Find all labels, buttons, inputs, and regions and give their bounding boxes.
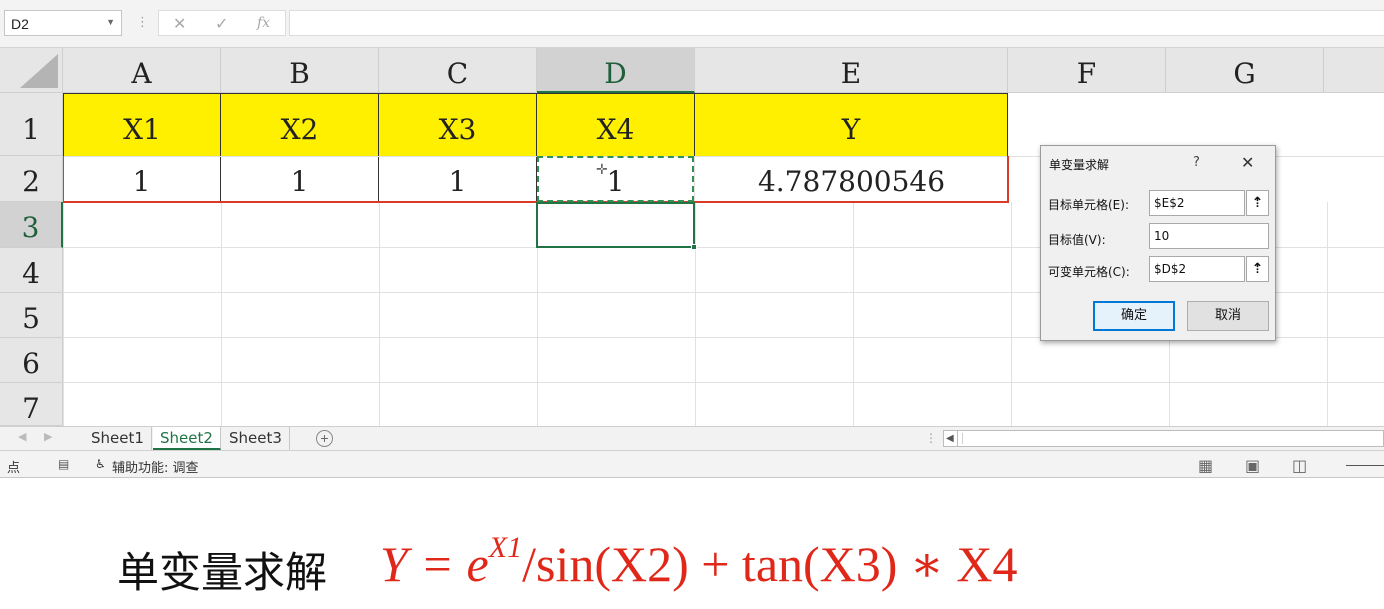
cell-c1[interactable]: X3 bbox=[378, 93, 537, 157]
chevron-down-icon[interactable]: ▼ bbox=[106, 17, 115, 27]
goal-seek-dialog: 单变量求解 ? ✕ 目标单元格(E): $E$2 ⇡ 目标值(V): 10 可变… bbox=[1040, 145, 1276, 341]
cell-c2[interactable]: 1 bbox=[379, 156, 537, 202]
scrollbar-thumb[interactable] bbox=[962, 433, 1382, 444]
cell-e2[interactable]: 4.787800546 bbox=[695, 156, 1008, 202]
mode-indicator: 点 bbox=[7, 461, 21, 476]
cell-cursor-icon: ✛ bbox=[596, 161, 608, 177]
cell-d1[interactable]: X4 bbox=[536, 93, 695, 157]
tab-sheet3[interactable]: Sheet3 bbox=[222, 427, 290, 450]
formula-part-2: /sin(X2) + tan(X3) ∗ X4 bbox=[522, 536, 1018, 592]
gridline bbox=[63, 382, 1384, 383]
formula-exponent: X1 bbox=[488, 531, 523, 564]
column-header-e[interactable]: E bbox=[695, 48, 1008, 93]
name-box[interactable]: D2 ▼ bbox=[4, 10, 122, 36]
row-header-7[interactable]: 7 bbox=[0, 383, 63, 426]
cell-a2[interactable]: 1 bbox=[63, 156, 221, 202]
row-header-4[interactable]: 4 bbox=[0, 248, 63, 293]
column-header-b[interactable]: B bbox=[221, 48, 379, 93]
row-header-3[interactable]: 3 bbox=[0, 202, 63, 248]
tab-splitter-icon[interactable]: ⋮ bbox=[925, 431, 937, 445]
caption-formula: Y = eX1/sin(X2) + tan(X3) ∗ X4 bbox=[380, 531, 1018, 593]
normal-view-icon[interactable]: ▦ bbox=[1198, 456, 1213, 475]
changing-cell-label: 可变单元格(C): bbox=[1048, 265, 1130, 279]
caption-label: 单变量求解 bbox=[117, 548, 328, 597]
changing-cell-input[interactable]: $D$2 bbox=[1149, 256, 1245, 282]
copy-marquee-d2 bbox=[537, 156, 694, 202]
formula-bar: D2 ▼ ⋮ ✕ ✓ fx bbox=[0, 0, 1384, 48]
row-header-1[interactable]: 1 bbox=[0, 93, 63, 156]
column-header-f[interactable]: F bbox=[1008, 48, 1166, 93]
row-header-6[interactable]: 6 bbox=[0, 338, 63, 383]
fill-handle[interactable] bbox=[691, 244, 697, 250]
help-icon[interactable]: ? bbox=[1193, 155, 1200, 170]
column-header-h[interactable] bbox=[1324, 48, 1384, 93]
tab-sheet1[interactable]: Sheet1 bbox=[84, 427, 152, 450]
column-header-g[interactable]: G bbox=[1166, 48, 1324, 93]
accessibility-status[interactable]: 辅助功能: 调查 bbox=[112, 457, 199, 476]
column-header-a[interactable]: A bbox=[63, 48, 221, 93]
status-bar: 点 ▤ ♿ 辅助功能: 调查 ▦ ▣ ◫ bbox=[0, 450, 1384, 478]
active-cell-d3[interactable] bbox=[536, 202, 697, 250]
cell-b1[interactable]: X2 bbox=[220, 93, 379, 157]
macro-record-icon[interactable]: ▤ bbox=[58, 457, 69, 471]
caption-area: 单变量求解 Y = eX1/sin(X2) + tan(X3) ∗ X4 bbox=[0, 479, 1384, 609]
column-header-c[interactable]: C bbox=[379, 48, 537, 93]
ok-button[interactable]: 确定 bbox=[1093, 301, 1175, 331]
tab-sheet2[interactable]: Sheet2 bbox=[153, 427, 221, 450]
dialog-title: 单变量求解 bbox=[1049, 158, 1110, 172]
cell-b2[interactable]: 1 bbox=[221, 156, 379, 202]
sheet-tab-bar: ◀ ▶ Sheet1 Sheet2 Sheet3 + ⋮ ◀ bbox=[0, 426, 1384, 450]
zoom-slider[interactable] bbox=[1346, 465, 1384, 466]
column-header-d[interactable]: D bbox=[537, 48, 695, 93]
name-box-value: D2 bbox=[11, 16, 29, 32]
formula-buttons: ✕ ✓ fx bbox=[158, 10, 286, 36]
range-outline-right bbox=[1007, 156, 1009, 203]
close-icon[interactable]: ✕ bbox=[1241, 153, 1254, 172]
row-header-5[interactable]: 5 bbox=[0, 293, 63, 338]
row-header-2[interactable]: 2 bbox=[0, 156, 63, 202]
horizontal-scrollbar[interactable]: ◀ bbox=[943, 430, 1384, 447]
cell-a1[interactable]: X1 bbox=[63, 93, 221, 157]
range-outline-left bbox=[63, 156, 64, 203]
cell-e1[interactable]: Y bbox=[694, 93, 1008, 157]
cancel-icon[interactable]: ✕ bbox=[173, 14, 186, 34]
formula-bar-grip-icon: ⋮ bbox=[136, 14, 149, 29]
target-cell-input[interactable]: $E$2 bbox=[1149, 190, 1245, 216]
next-sheet-icon[interactable]: ▶ bbox=[44, 430, 52, 443]
target-value-input[interactable]: 10 bbox=[1149, 223, 1269, 249]
select-all-corner[interactable] bbox=[0, 48, 63, 93]
add-sheet-icon[interactable]: + bbox=[316, 430, 333, 447]
collapse-dialog-icon[interactable]: ⇡ bbox=[1246, 256, 1269, 282]
target-cell-label: 目标单元格(E): bbox=[1048, 198, 1129, 212]
collapse-dialog-icon[interactable]: ⇡ bbox=[1246, 190, 1269, 216]
page-break-view-icon[interactable]: ◫ bbox=[1292, 456, 1307, 475]
target-value-label: 目标值(V): bbox=[1048, 233, 1106, 247]
page-layout-view-icon[interactable]: ▣ bbox=[1245, 456, 1260, 475]
accessibility-icon[interactable]: ♿ bbox=[95, 457, 106, 471]
cancel-button[interactable]: 取消 bbox=[1187, 301, 1269, 331]
formula-input[interactable] bbox=[289, 10, 1384, 36]
scroll-left-icon[interactable]: ◀ bbox=[946, 431, 958, 446]
insert-function-icon[interactable]: fx bbox=[257, 15, 270, 31]
formula-part-1: Y = e bbox=[380, 536, 489, 592]
previous-sheet-icon[interactable]: ◀ bbox=[18, 430, 26, 443]
enter-icon[interactable]: ✓ bbox=[215, 14, 228, 34]
